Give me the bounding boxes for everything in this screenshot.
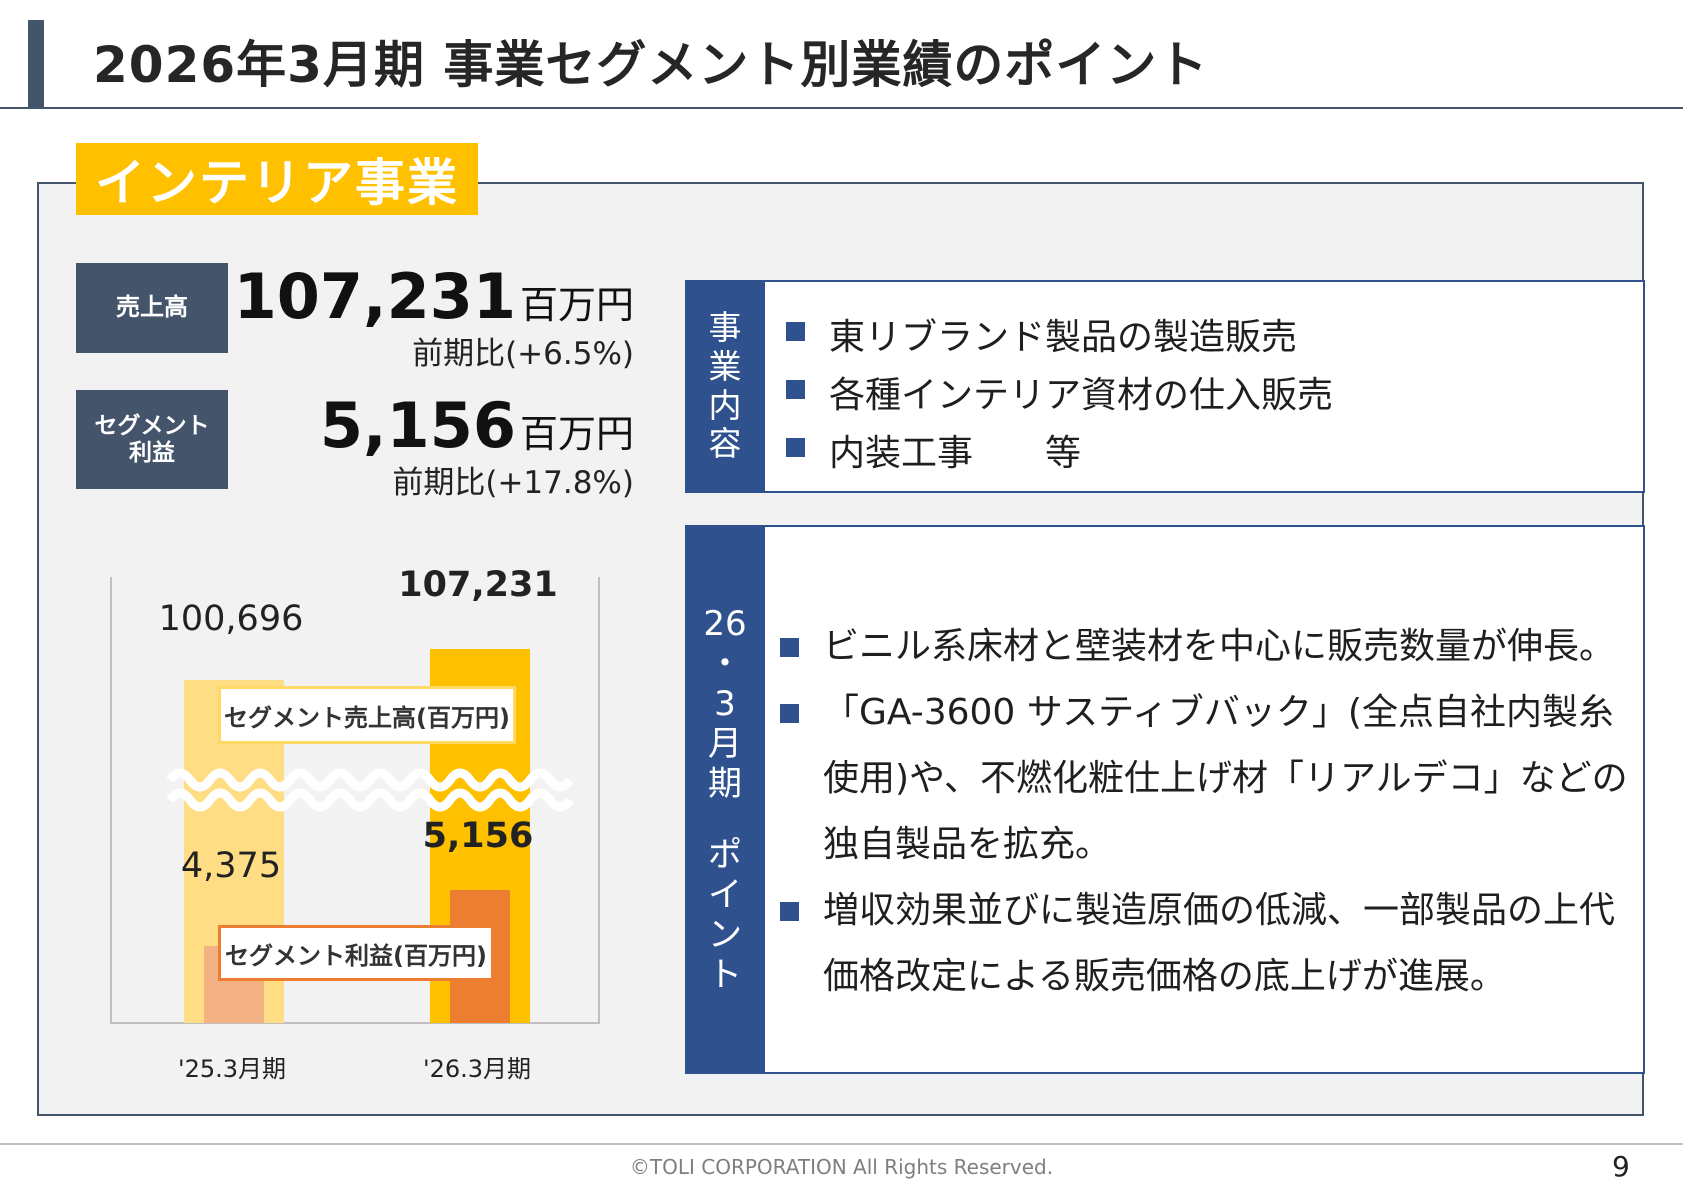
chart-axis-break-lower — [166, 788, 574, 812]
side-label-char: ・ — [707, 644, 742, 685]
chart-category-2025: '25.3月期 — [177, 1055, 287, 1083]
list-item: 各種インテリア資材の仕入販売 — [786, 366, 1626, 424]
list-item: ビニル系床材と壁装材を中心に販売数量が伸長。 — [780, 614, 1630, 680]
chart-value-profit-2025: 4,375 — [180, 846, 282, 886]
points-side-title: ポイント — [708, 835, 742, 995]
kpi-label-profit-text: セグメント利益 — [94, 413, 210, 466]
chart-value-profit-2026: 5,156 — [422, 816, 534, 856]
bullet-square-icon — [780, 902, 799, 921]
list-item-text: 「GA-3600 サスティブバック」(全点自社内製糸使用)や、不燃化粧仕上げ材「… — [823, 692, 1628, 865]
page-title: 2026年3月期 事業セグメント別業績のポイント — [93, 36, 1209, 94]
title-divider — [0, 107, 1683, 109]
side-label-char: ト — [708, 954, 742, 995]
points-list: ビニル系床材と壁装材を中心に販売数量が伸長。 「GA-3600 サスティブバック… — [780, 614, 1630, 1010]
side-label-char: 3 — [714, 684, 736, 725]
side-label-char: 26 — [703, 604, 747, 644]
chart-axis-break-upper — [166, 768, 574, 792]
side-label-char: 事 — [708, 307, 742, 347]
kpi-unit-profit: 百万円 — [519, 412, 634, 456]
side-label-char: 容 — [708, 424, 742, 464]
list-item-text: 増収効果並びに製造原価の低減、一部製品の上代価格改定による販売価格の底上げが進展… — [823, 890, 1616, 997]
side-label-char: 期 — [707, 764, 742, 805]
list-item-text: ビニル系床材と壁装材を中心に販売数量が伸長。 — [823, 626, 1616, 667]
points-side-period: 26 ・ 3 月期 — [703, 604, 746, 805]
bullet-square-icon — [786, 380, 805, 399]
bullet-square-icon — [786, 322, 805, 341]
bullet-square-icon — [780, 638, 799, 657]
chart-value-sales-2025: 100,696 — [158, 599, 304, 639]
side-label-char: イ — [708, 874, 742, 915]
chart-category-2026: '26.3月期 — [422, 1055, 532, 1083]
business-content-side-label: 事業内容 — [685, 280, 765, 493]
kpi-label-profit: セグメント利益 — [76, 390, 228, 489]
bullet-square-icon — [786, 438, 805, 457]
kpi-number-sales: 107,231 — [233, 260, 516, 333]
list-item-text: 東リブランド製品の製造販売 — [829, 317, 1298, 358]
business-content-list: 東リブランド製品の製造販売 各種インテリア資材の仕入販売 内装工事 等 — [786, 308, 1626, 482]
list-item: 増収効果並びに製造原価の低減、一部製品の上代価格改定による販売価格の底上げが進展… — [780, 878, 1630, 1010]
kpi-comparison-sales: 前期比(+6.5%) — [412, 336, 634, 372]
chart-legend-profit: セグメント利益(百万円) — [218, 925, 494, 981]
side-label-char: 業 — [708, 346, 742, 386]
chart-value-sales-2026: 107,231 — [398, 565, 558, 605]
chart-legend-sales: セグメント売上高(百万円) — [218, 686, 516, 744]
kpi-label-sales: 売上高 — [76, 263, 228, 353]
copyright-text: ©TOLI CORPORATION All Rights Reserved. — [629, 1155, 1054, 1179]
side-label-char: 月 — [707, 724, 742, 765]
side-label-char: 内 — [708, 385, 742, 425]
bullet-square-icon — [780, 704, 799, 723]
list-item: 「GA-3600 サスティブバック」(全点自社内製糸使用)や、不燃化粧仕上げ材「… — [780, 680, 1630, 878]
kpi-number-profit: 5,156 — [319, 389, 516, 462]
kpi-comparison-profit: 前期比(+17.8%) — [392, 465, 634, 501]
title-accent-bar — [28, 20, 44, 108]
kpi-value-profit: 5,156 百万円 — [320, 395, 634, 458]
list-item-text: 内装工事 等 — [829, 433, 1082, 474]
side-label-char: ポ — [708, 834, 742, 875]
list-item: 東リブランド製品の製造販売 — [786, 308, 1626, 366]
page-number: 9 — [1612, 1150, 1630, 1183]
segment-name-tag: インテリア事業 — [76, 143, 478, 215]
business-content-side-text: 事業内容 — [708, 307, 742, 465]
side-label-char: ン — [708, 914, 742, 955]
kpi-value-sales: 107,231 百万円 — [234, 266, 634, 329]
kpi-unit-sales: 百万円 — [519, 283, 634, 327]
list-item: 内装工事 等 — [786, 424, 1626, 482]
footer-divider — [0, 1143, 1683, 1145]
list-item-text: 各種インテリア資材の仕入販売 — [829, 375, 1334, 416]
points-side-label: 26 ・ 3 月期 ポイント — [685, 525, 765, 1074]
